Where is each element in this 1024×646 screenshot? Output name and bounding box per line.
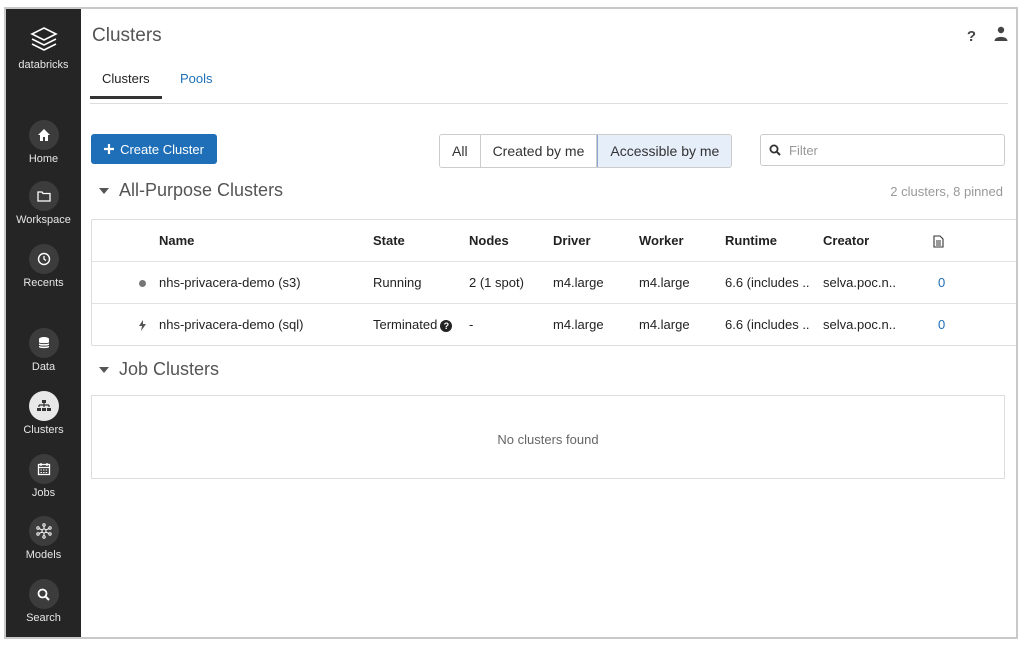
cluster-driver: m4.large — [553, 275, 604, 290]
question-circle-icon[interactable]: ? — [440, 319, 453, 332]
tab-bar: Clusters Pools — [90, 69, 1008, 104]
cluster-icon — [28, 391, 59, 421]
filter-search — [760, 134, 1005, 166]
cluster-nodes: 2 (1 spot) — [469, 275, 524, 290]
column-header-worker[interactable]: Worker — [639, 220, 684, 261]
caret-down-icon — [99, 187, 109, 194]
cluster-state-cell: Terminated? — [373, 304, 453, 345]
sidebar-item-label: Jobs — [31, 487, 56, 499]
notebook-icon[interactable] — [933, 220, 944, 261]
tab-clusters[interactable]: Clusters — [90, 69, 162, 99]
column-header-nodes[interactable]: Nodes — [469, 220, 509, 261]
cluster-creator: selva.poc.n.. — [823, 275, 896, 290]
ownership-filter: All Created by me Accessible by me — [439, 134, 733, 168]
table-row[interactable]: nhs-privacera-demo (sql) Terminated? - m… — [92, 304, 1016, 345]
sidebar-item-models[interactable]: Models — [6, 516, 81, 561]
table-header: Name State Nodes Driver Worker Runtime C… — [92, 220, 1016, 262]
notebook-count-link[interactable]: 0 — [938, 304, 945, 345]
all-purpose-clusters-table: Name State Nodes Driver Worker Runtime C… — [91, 219, 1016, 346]
sidebar: databricks Home Workspace Recents Data C… — [6, 9, 81, 637]
top-icons: ? — [967, 26, 1008, 46]
cluster-worker: m4.large — [639, 317, 690, 332]
column-header-driver[interactable]: Driver — [553, 220, 591, 261]
sidebar-item-data[interactable]: Data — [6, 328, 81, 373]
filter-accessible-by-me-button[interactable]: Accessible by me — [597, 135, 732, 167]
cluster-state: Running — [373, 275, 422, 290]
cluster-runtime: 6.6 (includes .. — [725, 317, 810, 332]
create-cluster-button[interactable]: Create Cluster — [91, 134, 217, 164]
all-purpose-section-toggle[interactable]: All-Purpose Clusters — [99, 180, 283, 201]
cluster-nodes: - — [469, 317, 474, 332]
column-header-name[interactable]: Name — [159, 220, 194, 261]
caret-down-icon — [99, 366, 109, 373]
filter-created-by-me-button[interactable]: Created by me — [480, 135, 598, 167]
sidebar-item-home[interactable]: Home — [6, 120, 81, 165]
empty-message: No clusters found — [497, 432, 599, 447]
clock-icon — [28, 244, 59, 274]
brand-label: databricks — [18, 59, 69, 71]
sidebar-item-label: Search — [26, 612, 61, 624]
cluster-count: 2 clusters, 8 pinned — [890, 184, 1003, 199]
cluster-driver: m4.large — [553, 317, 604, 332]
cluster-creator: selva.poc.n.. — [823, 317, 896, 332]
user-icon[interactable] — [994, 26, 1008, 46]
plus-icon — [104, 144, 115, 154]
cluster-name[interactable]: nhs-privacera-demo (s3) — [159, 262, 301, 303]
page-title: Clusters — [92, 25, 162, 46]
sidebar-item-recents[interactable]: Recents — [6, 244, 81, 289]
sidebar-item-search[interactable]: Search — [6, 579, 81, 624]
lightning-icon — [136, 304, 148, 345]
tab-pools[interactable]: Pools — [168, 69, 225, 96]
running-dot-icon — [136, 262, 148, 303]
job-clusters-title: Job Clusters — [119, 359, 220, 379]
sidebar-item-clusters[interactable]: Clusters — [6, 391, 81, 436]
column-header-creator[interactable]: Creator — [823, 220, 869, 261]
sidebar-item-label: Recents — [23, 277, 64, 289]
column-header-state[interactable]: State — [373, 220, 405, 261]
sidebar-item-workspace[interactable]: Workspace — [6, 181, 81, 226]
help-icon[interactable]: ? — [967, 28, 976, 45]
sidebar-item-label: Clusters — [23, 424, 64, 436]
databricks-logo-icon — [29, 27, 58, 51]
sidebar-item-label: Data — [31, 361, 56, 373]
job-clusters-section-toggle[interactable]: Job Clusters — [99, 359, 219, 380]
brand[interactable]: databricks — [6, 25, 81, 71]
cluster-worker: m4.large — [639, 275, 690, 290]
table-row[interactable]: nhs-privacera-demo (s3) Running 2 (1 spo… — [92, 262, 1016, 304]
sidebar-item-label: Workspace — [16, 214, 71, 226]
sidebar-item-jobs[interactable]: Jobs — [6, 454, 81, 499]
column-header-runtime[interactable]: Runtime — [725, 220, 777, 261]
create-cluster-label: Create Cluster — [120, 141, 204, 157]
cluster-runtime: 6.6 (includes .. — [725, 275, 810, 290]
job-clusters-empty-state: No clusters found — [91, 395, 1005, 479]
home-icon — [28, 120, 59, 150]
app-window: databricks Home Workspace Recents Data C… — [4, 7, 1018, 639]
database-icon — [28, 328, 59, 358]
cluster-state: Terminated — [373, 317, 438, 332]
calendar-icon — [28, 454, 59, 484]
models-icon — [28, 516, 59, 546]
folder-icon — [28, 181, 59, 211]
sidebar-item-label: Home — [28, 153, 59, 165]
filter-input[interactable] — [787, 141, 991, 159]
filter-all-button[interactable]: All — [440, 135, 481, 167]
sidebar-item-label: Models — [25, 549, 62, 561]
notebook-count-link[interactable]: 0 — [938, 262, 945, 303]
cluster-name[interactable]: nhs-privacera-demo (sql) — [159, 304, 304, 345]
search-icon — [28, 579, 59, 609]
search-icon — [769, 144, 781, 156]
all-purpose-title: All-Purpose Clusters — [119, 180, 284, 200]
main-content: Clusters ? Clusters Pools Create Cluster… — [81, 9, 1016, 637]
